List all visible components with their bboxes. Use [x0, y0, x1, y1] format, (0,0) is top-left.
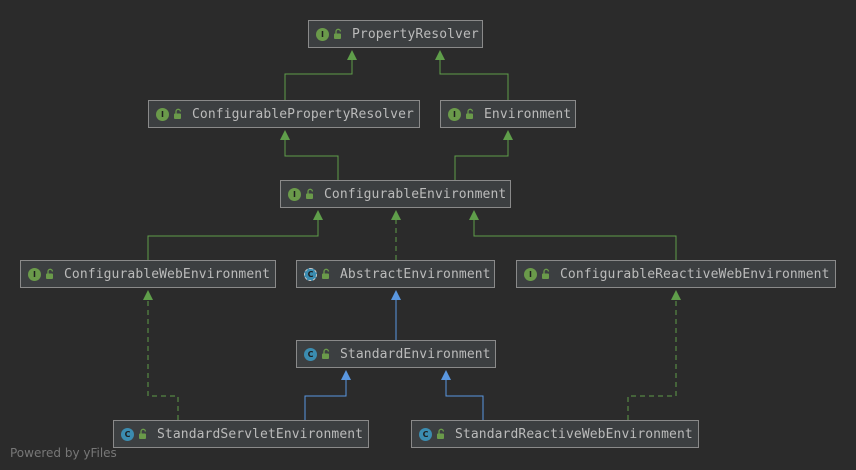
edge-standard-servlet-environment-to-standard-environment: [304, 376, 347, 420]
arrowhead: [391, 210, 401, 220]
powered-by-footer: Powered by yFiles: [10, 446, 117, 460]
edge-configurable-property-resolver-to-property-resolver: [284, 56, 353, 100]
arrowhead: [441, 370, 451, 380]
interface-icon: I: [28, 267, 41, 281]
arrowhead: [347, 50, 357, 60]
unlocked-padlock-icon: [542, 268, 550, 279]
node-label: ConfigurableReactiveWebEnvironment: [560, 266, 830, 282]
class-icon: C: [304, 347, 317, 361]
edge-standard-servlet-environment-to-configurable-web-environment: [147, 296, 179, 420]
node-configurable-web-environment[interactable]: I ConfigurableWebEnvironment: [20, 260, 276, 288]
unlocked-padlock-icon: [334, 28, 342, 39]
node-configurable-reactive-web-environment[interactable]: I ConfigurableReactiveWebEnvironment: [516, 260, 836, 288]
interface-icon: I: [316, 27, 329, 41]
node-label: StandardEnvironment: [340, 346, 491, 362]
node-standard-environment[interactable]: C StandardEnvironment: [296, 340, 496, 368]
node-label: ConfigurableEnvironment: [324, 186, 507, 202]
unlocked-padlock-icon: [322, 268, 330, 279]
unlocked-padlock-icon: [322, 348, 330, 359]
abstract-class-icon: C: [304, 267, 317, 281]
edge-configurable-environment-to-configurable-property-resolver: [284, 136, 339, 180]
node-environment[interactable]: I Environment: [440, 100, 576, 128]
class-icon: C: [419, 427, 432, 441]
node-label: ConfigurableWebEnvironment: [64, 266, 271, 282]
arrowhead: [469, 210, 479, 220]
interface-icon: I: [448, 107, 461, 121]
node-label: AbstractEnvironment: [340, 266, 491, 282]
edge-configurable-reactive-web-environment-to-configurable-environment: [473, 216, 677, 260]
node-standard-reactive-web-environment[interactable]: C StandardReactiveWebEnvironment: [411, 420, 699, 448]
edge-environment-to-property-resolver: [439, 56, 509, 100]
node-standard-servlet-environment[interactable]: C StandardServletEnvironment: [113, 420, 369, 448]
unlocked-padlock-icon: [46, 268, 54, 279]
interface-icon: I: [524, 267, 537, 281]
unlocked-padlock-icon: [139, 428, 147, 439]
arrowhead: [341, 370, 351, 380]
arrowhead: [280, 130, 290, 140]
node-label: PropertyResolver: [352, 26, 479, 42]
unlocked-padlock-icon: [466, 108, 474, 119]
edge-standard-reactive-web-environment-to-configurable-reactive-web-environment: [627, 296, 677, 420]
node-configurable-environment[interactable]: I ConfigurableEnvironment: [280, 180, 511, 208]
arrowhead: [391, 290, 401, 300]
inheritance-edges: [143, 50, 681, 420]
unlocked-padlock-icon: [306, 188, 314, 199]
edge-configurable-environment-to-environment: [454, 136, 509, 180]
class-icon: C: [121, 427, 134, 441]
edge-configurable-web-environment-to-configurable-environment: [147, 216, 319, 260]
arrowhead: [671, 290, 681, 300]
arrowhead: [143, 290, 153, 300]
node-label: ConfigurablePropertyResolver: [192, 106, 414, 122]
node-abstract-environment[interactable]: C AbstractEnvironment: [296, 260, 495, 288]
node-property-resolver[interactable]: I PropertyResolver: [308, 20, 483, 48]
interface-icon: I: [156, 107, 169, 121]
node-label: Environment: [484, 106, 572, 122]
unlocked-padlock-icon: [174, 108, 182, 119]
node-configurable-property-resolver[interactable]: I ConfigurablePropertyResolver: [148, 100, 420, 128]
node-label: StandardServletEnvironment: [157, 426, 364, 442]
edge-standard-reactive-web-environment-to-standard-environment: [445, 376, 484, 420]
interface-icon: I: [288, 187, 301, 201]
arrowhead: [313, 210, 323, 220]
arrowhead: [435, 50, 445, 60]
arrowhead: [503, 130, 513, 140]
unlocked-padlock-icon: [437, 428, 445, 439]
node-label: StandardReactiveWebEnvironment: [455, 426, 693, 442]
